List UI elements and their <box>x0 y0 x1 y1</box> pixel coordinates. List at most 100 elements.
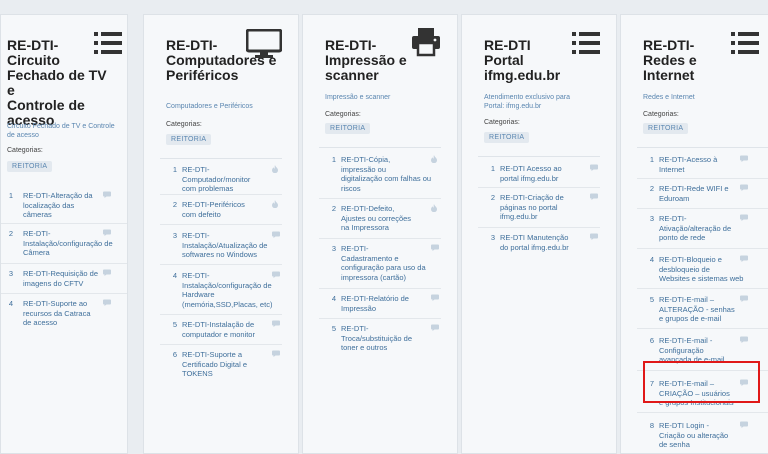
comment-icon <box>431 294 439 304</box>
category-badge[interactable]: REITORIA <box>7 161 53 172</box>
item-number: 5 <box>172 320 177 329</box>
card-computadores: RE-DTI- Computadores e Periféricos Compu… <box>143 14 299 454</box>
fire-icon <box>431 204 437 215</box>
list-item[interactable]: 3 RE-DTI- Instalação/Atualização de soft… <box>160 224 282 265</box>
fire-icon <box>431 155 437 166</box>
item-number: 3 <box>172 231 177 240</box>
service-list: 1 RE-DTI-Cópia, impressão ou digitalizaç… <box>319 147 441 358</box>
item-number: 4 <box>172 271 177 280</box>
card-description: Atendimento exclusivo para Portal: ifmg.… <box>484 94 570 110</box>
comment-icon <box>740 421 748 431</box>
list-item[interactable]: 2 RE-DTI-Rede WIFI e Eduroam <box>637 178 768 209</box>
card-cftv: RE-DTI- Circuito Fechado de TV e Control… <box>0 14 128 454</box>
item-number: 3 <box>8 269 13 278</box>
comment-icon <box>740 255 748 265</box>
item-link[interactable]: RE-DTI-Relatório de Impressão <box>341 294 441 313</box>
item-link[interactable]: RE-DTI- Computador/monitor com problemas <box>182 165 270 194</box>
service-list: 1 RE-DTI Acesso ao portal ifmg.edu.br 2 … <box>478 156 600 267</box>
list-item[interactable]: 1 RE-DTI-Acesso à Internet <box>637 148 768 179</box>
service-list: 1 RE-DTI-Alteração da localização das câ… <box>1 187 127 347</box>
item-link[interactable]: RE-DTI-Bloqueio e desbloqueio de Website… <box>659 255 768 284</box>
item-number: 6 <box>172 350 177 359</box>
item-number: 2 <box>172 200 177 209</box>
item-number: 5 <box>649 295 654 304</box>
list-item[interactable]: 1 RE-DTI- Computador/monitor com problem… <box>160 159 282 195</box>
category-badge[interactable]: REITORIA <box>643 123 689 134</box>
item-number: 2 <box>8 229 13 238</box>
item-number: 1 <box>172 165 177 174</box>
comment-icon <box>272 231 280 241</box>
categories-label: Categorias: <box>325 111 361 118</box>
list-item[interactable]: 5 RE-DTI- Troca/substituição de toner e … <box>319 318 441 358</box>
list-item[interactable]: 2 RE-DTI- Instalação/configuração de Câm… <box>1 223 127 264</box>
card-portal: RE-DTI Portal ifmg.edu.br Atendimento ex… <box>461 14 617 454</box>
list-item[interactable]: 2 RE-DTI-Criação de páginas no portal if… <box>478 187 600 228</box>
list-item[interactable]: 3 RE-DTI- Cadastramento e configuração p… <box>319 238 441 289</box>
list-item[interactable]: 4 RE-DTI-Suporte ao recursos da Catraca … <box>1 293 127 333</box>
item-link[interactable]: RE-DTI-Suporte ao recursos da Catraca de… <box>23 299 108 328</box>
printer-icon <box>411 27 441 62</box>
list-icon <box>731 31 759 60</box>
list-item[interactable]: 3 RE-DTI- Ativação/alteração de ponto de… <box>637 208 768 249</box>
comment-icon <box>272 350 280 360</box>
item-link[interactable]: RE-DTI-Criação de páginas no portal ifmg… <box>500 193 588 222</box>
list-item[interactable]: 5 RE-DTI-E-mail – ALTERAÇÃO - senhas e g… <box>637 288 768 329</box>
category-badge[interactable]: REITORIA <box>166 134 212 145</box>
item-link[interactable]: RE-DTI-Rede WIFI e Eduroam <box>659 184 749 203</box>
item-number: 3 <box>649 214 654 223</box>
comment-icon <box>740 184 748 194</box>
list-icon <box>94 31 122 60</box>
item-link[interactable]: RE-DTI-Requisição de imagens do CFTV <box>23 269 108 288</box>
item-link[interactable]: RE-DTI Acesso ao portal ifmg.edu.br <box>500 164 588 183</box>
card-title[interactable]: RE-DTI Portal ifmg.edu.br <box>484 38 584 83</box>
list-item[interactable]: 3 RE-DTI Manutenção do portal ifmg.edu.b… <box>478 227 600 257</box>
item-number: 4 <box>649 255 654 264</box>
card-title[interactable]: RE-DTI- Impressão e scanner <box>325 38 425 83</box>
list-item[interactable]: 4 RE-DTI-Bloqueio e desbloqueio de Websi… <box>637 248 768 289</box>
list-item[interactable]: 2 RE-DTI-Periféricos com defeito <box>160 194 282 225</box>
categories-label: Categorias: <box>484 119 520 126</box>
item-link[interactable]: RE-DTI-Instalação de computador e monito… <box>182 320 282 339</box>
comment-icon <box>590 233 598 243</box>
item-link[interactable]: RE-DTI-Periféricos com defeito <box>182 200 270 219</box>
categories-label: Categorias: <box>166 121 202 128</box>
list-item[interactable]: 8 RE-DTI Login - Criação ou alteração de… <box>637 412 768 449</box>
category-badge[interactable]: REITORIA <box>484 132 530 143</box>
list-item[interactable]: 4 RE-DTI-Relatório de Impressão <box>319 288 441 319</box>
selection-highlight <box>643 361 760 403</box>
item-number: 6 <box>649 336 654 345</box>
item-number: 1 <box>331 155 336 164</box>
item-number: 3 <box>490 233 495 242</box>
item-link[interactable]: RE-DTI-Suporte a Certificado Digital e T… <box>182 350 270 379</box>
item-number: 2 <box>331 204 336 213</box>
item-link[interactable]: RE-DTI-Alteração da localização das câme… <box>23 191 108 220</box>
comment-icon <box>103 269 111 279</box>
item-link[interactable]: RE-DTI- Troca/substituição de toner e ou… <box>341 324 441 353</box>
list-item[interactable]: 5 RE-DTI-Instalação de computador e moni… <box>160 314 282 345</box>
comment-icon <box>103 191 111 201</box>
item-link[interactable]: RE-DTI-Defeito, Ajustes ou correções na … <box>341 204 441 233</box>
list-item[interactable]: 1 RE-DTI Acesso ao portal ifmg.edu.br <box>478 157 600 188</box>
card-title[interactable]: RE-DTI- Redes e Internet <box>643 38 733 83</box>
card-description: Circuito Fechado de TV e Controle de ace… <box>7 123 115 139</box>
list-item[interactable]: 6 RE-DTI-Suporte a Certificado Digital e… <box>160 344 282 384</box>
list-item[interactable]: 2 RE-DTI-Defeito, Ajustes ou correções n… <box>319 198 441 239</box>
categories-label: Categorias: <box>7 147 43 154</box>
item-link[interactable]: RE-DTI-Acesso à Internet <box>659 155 749 174</box>
item-number: 4 <box>331 294 336 303</box>
fire-icon <box>272 165 278 176</box>
list-item[interactable]: 3 RE-DTI-Requisição de imagens do CFTV <box>1 263 127 294</box>
comment-icon <box>740 336 748 346</box>
list-item[interactable]: 1 RE-DTI-Alteração da localização das câ… <box>1 187 127 224</box>
comment-icon <box>272 271 280 281</box>
comment-icon <box>431 244 439 254</box>
item-link[interactable]: RE-DTI Manutenção do portal ifmg.edu.br <box>500 233 588 252</box>
comment-icon <box>740 214 748 224</box>
comment-icon <box>431 324 439 334</box>
comment-icon <box>590 193 598 203</box>
fire-icon <box>272 200 278 211</box>
category-badge[interactable]: REITORIA <box>325 123 371 134</box>
list-item[interactable]: 1 RE-DTI-Cópia, impressão ou digitalizaç… <box>319 148 441 199</box>
list-item[interactable]: 4 RE-DTI- Instalação/configuração de Har… <box>160 264 282 315</box>
service-list: 1 RE-DTI- Computador/monitor com problem… <box>160 158 282 399</box>
